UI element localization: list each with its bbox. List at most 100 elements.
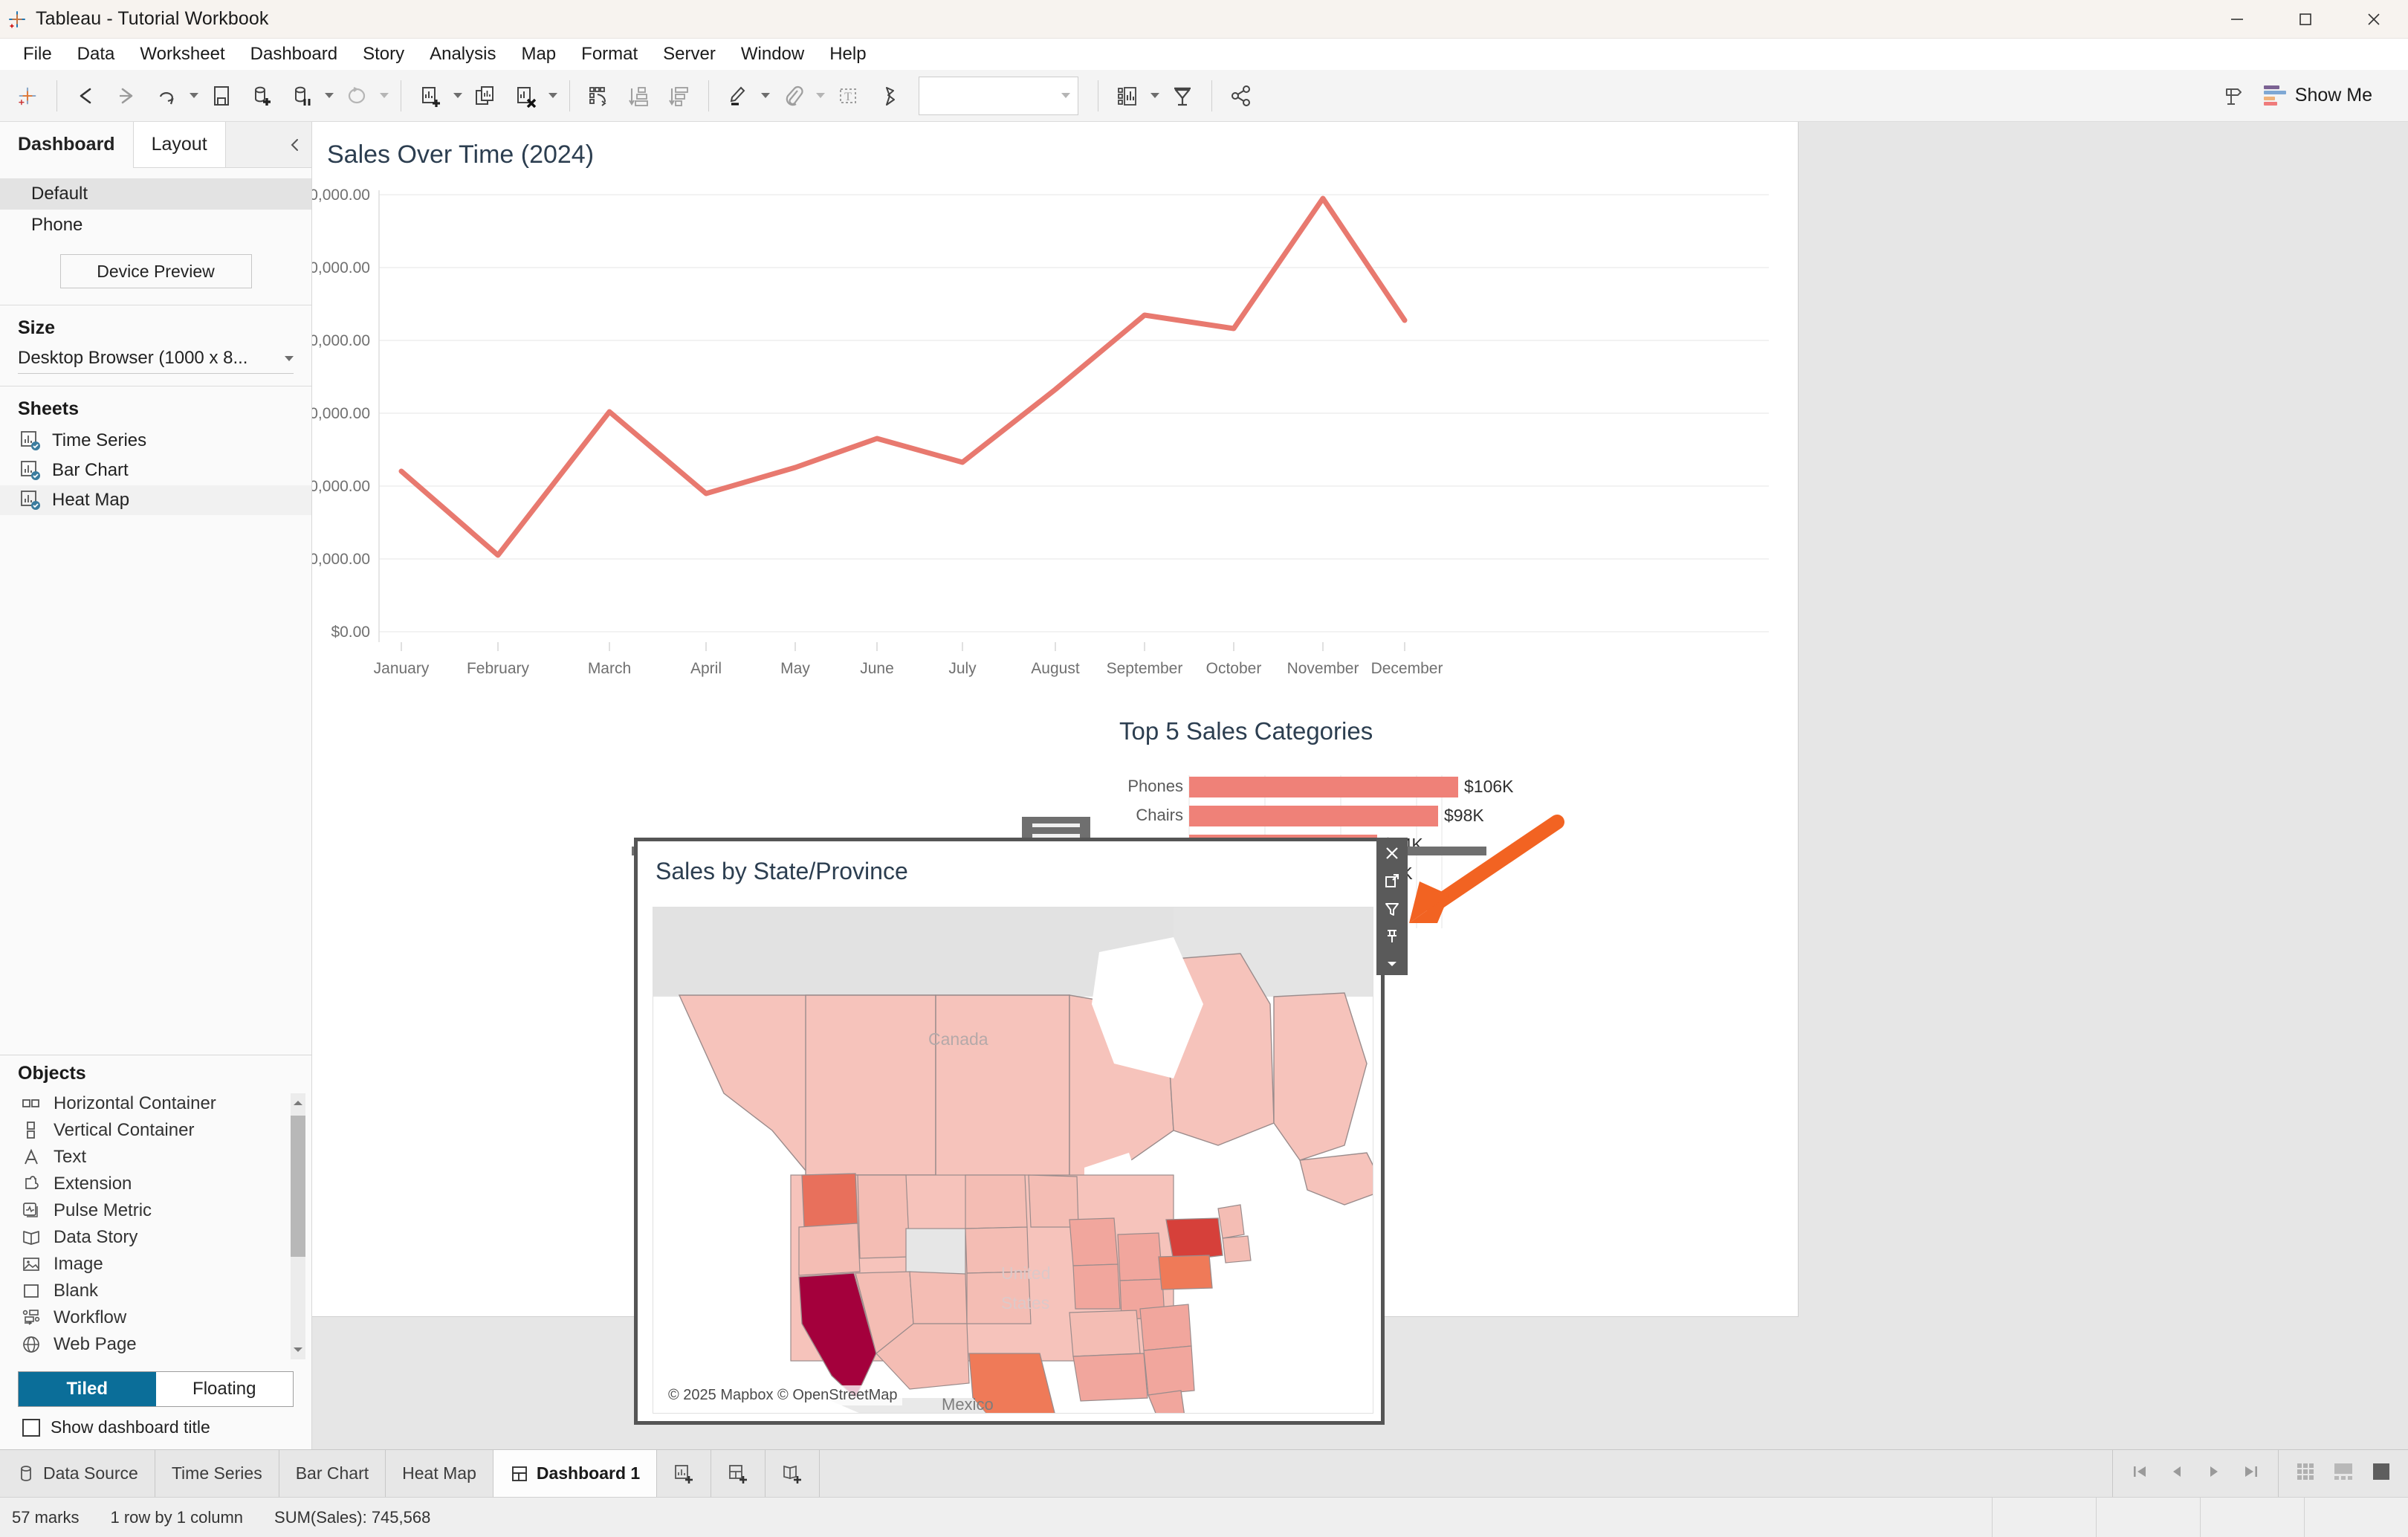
sheet-item-time-series[interactable]: Time Series <box>0 426 311 456</box>
back-arrow-icon[interactable] <box>66 76 106 116</box>
collapse-panel-button[interactable] <box>279 122 311 167</box>
objects-scrollbar[interactable] <box>291 1093 305 1359</box>
tab-data-source[interactable]: Data Source <box>0 1450 155 1497</box>
use-as-filter-icon[interactable] <box>1379 898 1405 919</box>
menu-analysis[interactable]: Analysis <box>417 39 508 70</box>
forward-arrow-icon[interactable] <box>106 76 146 116</box>
highlight-icon[interactable] <box>718 76 758 116</box>
group-members-icon[interactable] <box>773 76 813 116</box>
new-data-source-icon[interactable] <box>242 76 282 116</box>
scroll-up-arrow-icon[interactable] <box>291 1093 305 1113</box>
next-page-icon[interactable] <box>2205 1463 2223 1484</box>
menu-server[interactable]: Server <box>650 39 728 70</box>
size-select[interactable]: Desktop Browser (1000 x 8... <box>18 348 294 374</box>
object-image[interactable]: Image <box>0 1251 311 1278</box>
bar-phones[interactable] <box>1189 777 1458 797</box>
device-preview-button[interactable]: Device Preview <box>59 254 252 288</box>
sheet-item-bar-chart[interactable]: Bar Chart <box>0 456 311 485</box>
menu-story[interactable]: Story <box>350 39 417 70</box>
show-dashboard-title-row[interactable]: Show dashboard title <box>0 1407 311 1449</box>
highlight-dropdown[interactable] <box>758 76 773 116</box>
save-icon[interactable] <box>201 76 242 116</box>
scroll-down-arrow-icon[interactable] <box>291 1340 305 1359</box>
menu-dashboard[interactable]: Dashboard <box>238 39 350 70</box>
map-sheet-container[interactable]: Sales by State/Province Canada United St… <box>634 838 1385 1425</box>
sheet-item-heat-map[interactable]: Heat Map <box>0 485 311 515</box>
window-controls <box>2203 0 2408 39</box>
object-pulse-metric[interactable]: Pulse Metric <box>0 1197 311 1224</box>
tab-layout[interactable]: Layout <box>132 122 226 167</box>
object-data-story[interactable]: Data Story <box>0 1224 311 1251</box>
close-button[interactable] <box>2340 0 2408 39</box>
show-dashboard-title-checkbox[interactable] <box>22 1418 40 1437</box>
first-page-icon[interactable] <box>2131 1463 2149 1484</box>
pin-map-icon[interactable] <box>1379 925 1405 947</box>
refresh-dropdown[interactable] <box>377 76 392 116</box>
presentation-dropdown[interactable] <box>1148 76 1162 116</box>
floating-button[interactable]: Floating <box>155 1372 293 1406</box>
undo-redo-icon[interactable] <box>146 76 187 116</box>
object-vertical-container[interactable]: Vertical Container <box>0 1117 311 1144</box>
bar-chairs[interactable] <box>1189 806 1438 826</box>
new-worksheet-tab-button[interactable] <box>657 1450 712 1497</box>
tab-bar-chart[interactable]: Bar Chart <box>279 1450 386 1497</box>
swap-rows-columns-icon[interactable] <box>579 76 619 116</box>
menu-map[interactable]: Map <box>508 39 569 70</box>
object-web-page[interactable]: Web Page <box>0 1331 311 1358</box>
refresh-data-source-icon[interactable] <box>337 76 377 116</box>
new-dashboard-tab-button[interactable] <box>711 1450 766 1497</box>
tiled-button[interactable]: Tiled <box>19 1372 156 1406</box>
tableau-home-icon[interactable] <box>7 76 48 116</box>
object-text[interactable]: Text <box>0 1144 311 1171</box>
sort-ascending-icon[interactable] <box>619 76 659 116</box>
objects-scroll-thumb[interactable] <box>291 1116 305 1257</box>
object-blank[interactable]: Blank <box>0 1278 311 1304</box>
menu-format[interactable]: Format <box>569 39 650 70</box>
last-page-icon[interactable] <box>2242 1463 2260 1484</box>
fit-select[interactable] <box>919 76 1078 115</box>
new-worksheet-dropdown[interactable] <box>450 76 465 116</box>
object-workflow[interactable]: Workflow <box>0 1304 311 1331</box>
minimize-button[interactable] <box>2203 0 2271 39</box>
signpost-icon[interactable] <box>2213 76 2253 116</box>
show-me-button[interactable]: Show Me <box>2253 80 2383 111</box>
tab-heat-map[interactable]: Heat Map <box>386 1450 493 1497</box>
filmstrip-view-icon[interactable] <box>2332 1461 2354 1486</box>
menu-file[interactable]: File <box>10 39 65 70</box>
clear-sheet-dropdown[interactable] <box>546 76 560 116</box>
clear-sheet-icon[interactable] <box>505 76 546 116</box>
menu-help[interactable]: Help <box>817 39 878 70</box>
show-mark-labels-icon[interactable]: T <box>828 76 868 116</box>
object-horizontal-container[interactable]: Horizontal Container <box>0 1090 311 1117</box>
menu-window[interactable]: Window <box>728 39 817 70</box>
menu-data[interactable]: Data <box>65 39 128 70</box>
previous-page-icon[interactable] <box>2168 1463 2186 1484</box>
presentation-mode-icon[interactable] <box>1107 76 1148 116</box>
tab-dashboard-1[interactable]: Dashboard 1 <box>493 1450 658 1497</box>
pause-updates-dropdown[interactable] <box>322 76 337 116</box>
new-worksheet-icon[interactable] <box>410 76 450 116</box>
device-layout-default[interactable]: Default <box>0 178 311 210</box>
object-extension[interactable]: Extension <box>0 1171 311 1197</box>
device-layout-phone[interactable]: Phone <box>0 210 311 241</box>
group-dropdown[interactable] <box>813 76 828 116</box>
new-story-tab-button[interactable] <box>766 1450 821 1497</box>
close-icon[interactable] <box>1379 842 1405 864</box>
map-body[interactable]: Canada United States Mexico © 2025 Mapbo… <box>653 907 1373 1414</box>
undo-redo-dropdown[interactable] <box>187 76 201 116</box>
slideshow-icon[interactable] <box>1162 76 1203 116</box>
sheet-grid-view-icon[interactable] <box>2295 1461 2316 1486</box>
sheet-sorter-view-icon[interactable] <box>2371 1461 2392 1486</box>
go-to-sheet-icon[interactable] <box>1379 870 1405 891</box>
share-workbook-icon[interactable] <box>1221 76 1261 116</box>
x-tick-label: March <box>588 660 631 677</box>
menu-worksheet[interactable]: Worksheet <box>127 39 237 70</box>
tab-dashboard[interactable]: Dashboard <box>0 122 133 168</box>
pause-auto-updates-icon[interactable] <box>282 76 322 116</box>
more-options-icon[interactable] <box>1379 954 1405 975</box>
tab-time-series[interactable]: Time Series <box>155 1450 279 1497</box>
duplicate-sheet-icon[interactable] <box>465 76 505 116</box>
fix-axes-icon[interactable] <box>868 76 908 116</box>
maximize-button[interactable] <box>2271 0 2340 39</box>
sort-descending-icon[interactable] <box>659 76 699 116</box>
